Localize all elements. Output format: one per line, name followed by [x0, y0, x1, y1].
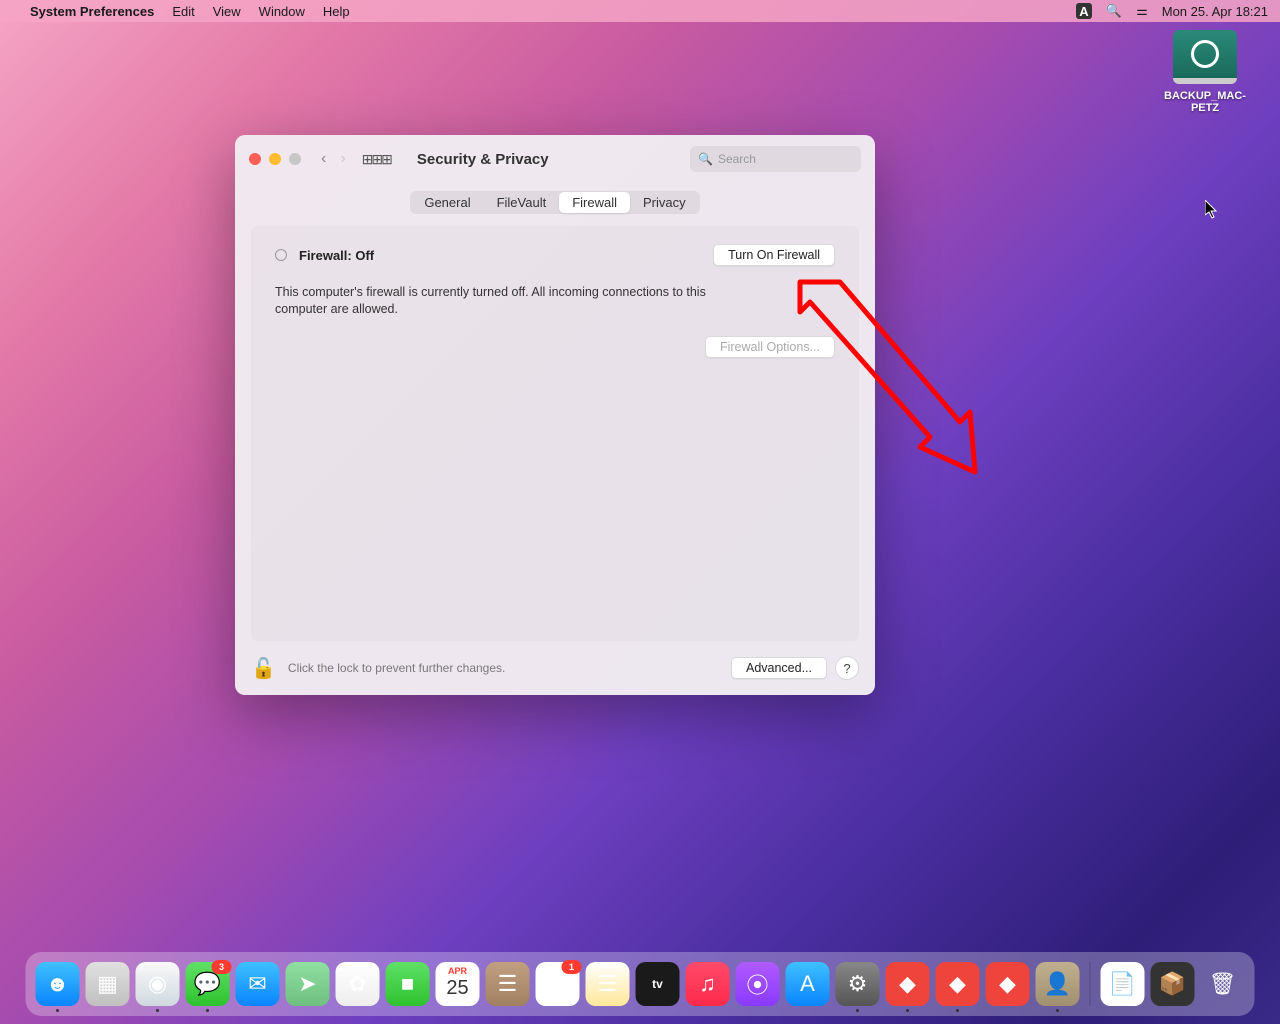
- window-footer: 🔓 Click the lock to prevent further chan…: [235, 641, 875, 695]
- dock-maps[interactable]: ➤: [286, 962, 330, 1006]
- dock-avatar[interactable]: 👤: [1036, 962, 1080, 1006]
- show-all-button[interactable]: ⊞⊞⊞: [362, 151, 391, 168]
- desktop-drive-label: BACKUP_MAC-PETZ: [1160, 90, 1250, 114]
- lock-text: Click the lock to prevent further change…: [288, 661, 505, 675]
- search-placeholder: Search: [718, 152, 756, 166]
- close-button[interactable]: [249, 153, 261, 165]
- input-source-icon[interactable]: A: [1076, 3, 1092, 19]
- menu-help[interactable]: Help: [323, 4, 350, 19]
- desktop-drive[interactable]: BACKUP_MAC-PETZ: [1160, 30, 1250, 114]
- advanced-button[interactable]: Advanced...: [731, 657, 827, 679]
- time-machine-disk-icon: [1173, 30, 1237, 84]
- forward-button: ›: [340, 150, 345, 168]
- dock-calendar[interactable]: APR25: [436, 962, 480, 1006]
- menu-window[interactable]: Window: [259, 4, 305, 19]
- menubar: System Preferences Edit View Window Help…: [0, 0, 1280, 22]
- lock-icon[interactable]: 🔓: [251, 656, 276, 681]
- content-pane: Firewall: Off Turn On Firewall This comp…: [251, 226, 859, 641]
- dock-safari[interactable]: ◉: [136, 962, 180, 1006]
- dock-contacts[interactable]: ☰: [486, 962, 530, 1006]
- dock-finder[interactable]: ☻: [36, 962, 80, 1006]
- tab-filevault[interactable]: FileVault: [484, 192, 560, 213]
- dock-music[interactable]: ♫: [686, 962, 730, 1006]
- clock[interactable]: Mon 25. Apr 18:21: [1162, 4, 1268, 19]
- dock-anydesk1[interactable]: ◆: [886, 962, 930, 1006]
- dock-tv[interactable]: tv: [636, 962, 680, 1006]
- dock-launchpad[interactable]: ▦: [86, 962, 130, 1006]
- mouse-cursor: [1205, 200, 1221, 225]
- menu-view[interactable]: View: [213, 4, 241, 19]
- dock-facetime[interactable]: ■: [386, 962, 430, 1006]
- titlebar: ‹ › ⊞⊞⊞ Security & Privacy 🔍 Search: [235, 135, 875, 183]
- dock: ☻▦◉💬3✉➤✿■APR25☰☰1☰tv♫⦿A⚙◆◆◆👤📄📦🗑: [26, 952, 1255, 1016]
- tab-firewall[interactable]: Firewall: [559, 192, 630, 213]
- dock-notes[interactable]: ☰: [586, 962, 630, 1006]
- dock-trash[interactable]: 🗑: [1201, 962, 1245, 1006]
- dock-anydesk3[interactable]: ◆: [986, 962, 1030, 1006]
- turn-on-firewall-button[interactable]: Turn On Firewall: [713, 244, 835, 266]
- help-button[interactable]: ?: [835, 656, 859, 680]
- app-name[interactable]: System Preferences: [30, 4, 154, 19]
- search-icon: 🔍: [698, 152, 713, 166]
- firewall-status-dot: [275, 249, 287, 261]
- tabs: General FileVault Firewall Privacy: [235, 191, 875, 214]
- system-preferences-window: ‹ › ⊞⊞⊞ Security & Privacy 🔍 Search Gene…: [235, 135, 875, 695]
- dock-doc[interactable]: 📄: [1101, 962, 1145, 1006]
- dock-appstore[interactable]: A: [786, 962, 830, 1006]
- menu-edit[interactable]: Edit: [172, 4, 194, 19]
- firewall-status-label: Firewall: Off: [299, 248, 374, 263]
- dock-anydesk2[interactable]: ◆: [936, 962, 980, 1006]
- dock-photos[interactable]: ✿: [336, 962, 380, 1006]
- search-input[interactable]: 🔍 Search: [690, 146, 861, 172]
- dock-podcasts[interactable]: ⦿: [736, 962, 780, 1006]
- dock-reminders[interactable]: ☰1: [536, 962, 580, 1006]
- dock-mail[interactable]: ✉: [236, 962, 280, 1006]
- zoom-button: [289, 153, 301, 165]
- spotlight-icon[interactable]: 🔍: [1106, 3, 1122, 19]
- window-title: Security & Privacy: [417, 151, 549, 168]
- firewall-description: This computer's firewall is currently tu…: [275, 284, 735, 318]
- firewall-options-button: Firewall Options...: [705, 336, 835, 358]
- dock-divider: [1090, 962, 1091, 1006]
- tab-privacy[interactable]: Privacy: [630, 192, 699, 213]
- control-center-icon[interactable]: ⚌: [1136, 3, 1148, 19]
- tab-general[interactable]: General: [411, 192, 483, 213]
- back-button[interactable]: ‹: [321, 150, 326, 168]
- dock-pkg[interactable]: 📦: [1151, 962, 1195, 1006]
- dock-messages[interactable]: 💬3: [186, 962, 230, 1006]
- minimize-button[interactable]: [269, 153, 281, 165]
- dock-sysprefs[interactable]: ⚙: [836, 962, 880, 1006]
